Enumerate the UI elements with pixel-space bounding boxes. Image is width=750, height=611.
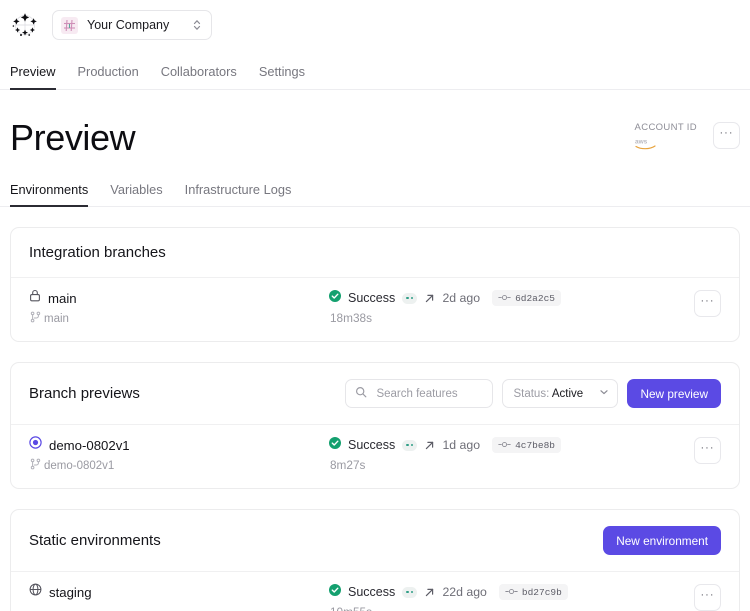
status-filter-value: Active	[552, 388, 583, 400]
top-bar: Your Company	[0, 0, 750, 50]
account-id-label: ACCOUNT ID	[635, 122, 697, 133]
commit-badge[interactable]: 6d2a2c5	[492, 290, 561, 306]
tab-infrastructure-logs[interactable]: Infrastructure Logs	[185, 182, 292, 207]
environments-content: Integration branches main	[0, 227, 750, 611]
chevron-down-icon	[599, 387, 609, 400]
arrow-up-right-icon[interactable]	[424, 293, 435, 304]
time-ago: 1d ago	[442, 438, 480, 452]
svg-text:aws: aws	[635, 139, 648, 146]
page-title: Preview	[10, 116, 135, 160]
aws-logo-icon: aws	[635, 137, 657, 150]
card-branch-previews: Branch previews Status: Active	[10, 362, 740, 489]
sparkle-cluster-logo-icon[interactable]	[10, 10, 40, 40]
row-more-button[interactable]: ···	[694, 584, 721, 611]
commit-hash: 4c7be8b	[515, 440, 555, 451]
page-more-button[interactable]: ···	[713, 122, 740, 149]
nav-item-collaborators[interactable]: Collaborators	[161, 64, 237, 90]
commit-hash: bd27c9b	[522, 587, 562, 598]
new-environment-button[interactable]: New environment	[603, 526, 721, 555]
card-title-integration-branches: Integration branches	[29, 244, 166, 261]
git-commit-icon	[498, 289, 511, 307]
status-text: Success	[348, 585, 395, 599]
org-switcher[interactable]: Your Company	[52, 10, 212, 40]
primary-nav: Preview Production Collaborators Setting…	[0, 50, 750, 90]
arrow-up-right-icon[interactable]	[424, 440, 435, 451]
card-title-branch-previews: Branch previews	[29, 385, 140, 402]
check-circle-icon	[329, 289, 341, 307]
row-actions: ···	[694, 289, 721, 317]
env-status-block: Success 2d ago	[329, 289, 694, 325]
commit-badge[interactable]: bd27c9b	[499, 584, 568, 600]
lock-icon	[29, 289, 41, 307]
check-circle-icon	[329, 436, 341, 454]
nav-item-production[interactable]: Production	[78, 64, 139, 90]
search-input[interactable]	[374, 387, 483, 401]
check-circle-icon	[329, 583, 341, 601]
card-header-tools: Status: Active New preview	[345, 379, 721, 408]
env-branch: main	[44, 313, 69, 325]
time-ago: 22d ago	[442, 585, 486, 599]
card-header: Integration branches	[11, 228, 739, 277]
progress-dots-badge[interactable]	[402, 293, 417, 304]
env-name: main	[48, 291, 77, 306]
account-id-block: ACCOUNT ID aws	[635, 122, 697, 150]
search-icon	[355, 385, 367, 403]
org-name: Your Company	[87, 18, 169, 32]
env-status-block: Success 22d ago	[329, 583, 694, 611]
status-text: Success	[348, 438, 395, 452]
target-circle-icon	[29, 436, 42, 454]
git-commit-icon	[505, 583, 518, 601]
env-duration: 10m55s	[329, 605, 694, 611]
env-identity: main main	[29, 289, 329, 328]
chevron-up-down-icon[interactable]	[192, 18, 202, 32]
grid-hash-icon	[61, 17, 78, 34]
env-identity: staging	[29, 583, 329, 601]
commit-hash: 6d2a2c5	[515, 293, 555, 304]
env-status-block: Success 1d ago	[329, 436, 694, 472]
status-filter-prefix: Status:	[513, 388, 549, 400]
row-actions: ···	[694, 583, 721, 611]
page-header: Preview ACCOUNT ID aws ···	[0, 90, 750, 160]
sub-tabs: Environments Variables Infrastructure Lo…	[0, 182, 750, 207]
row-actions: ···	[694, 436, 721, 464]
search-box[interactable]	[345, 379, 493, 408]
table-row[interactable]: main main	[11, 277, 739, 341]
status-filter-label: Status: Active	[513, 388, 583, 400]
table-row[interactable]: staging Success	[11, 571, 739, 611]
card-title-static-environments: Static environments	[29, 532, 161, 549]
status-text: Success	[348, 291, 395, 305]
card-header-tools: New environment	[603, 526, 721, 555]
new-preview-button[interactable]: New preview	[627, 379, 721, 408]
env-name: staging	[49, 585, 92, 600]
git-commit-icon	[498, 436, 511, 454]
table-row[interactable]: demo-0802v1 demo-0802v1	[11, 424, 739, 488]
page-header-right: ACCOUNT ID aws ···	[635, 116, 740, 150]
tab-environments[interactable]: Environments	[10, 182, 88, 207]
env-identity: demo-0802v1 demo-0802v1	[29, 436, 329, 475]
git-branch-icon	[30, 457, 41, 475]
commit-badge[interactable]: 4c7be8b	[492, 437, 561, 453]
env-duration: 8m27s	[329, 458, 694, 472]
time-ago: 2d ago	[442, 291, 480, 305]
env-duration: 18m38s	[329, 311, 694, 325]
row-more-button[interactable]: ···	[694, 290, 721, 317]
row-more-button[interactable]: ···	[694, 437, 721, 464]
env-name: demo-0802v1	[49, 438, 130, 453]
card-header: Static environments New environment	[11, 510, 739, 571]
card-static-environments: Static environments New environment stag…	[10, 509, 740, 611]
globe-icon	[29, 583, 42, 601]
card-header: Branch previews Status: Active	[11, 363, 739, 424]
nav-item-settings[interactable]: Settings	[259, 64, 305, 90]
progress-dots-badge[interactable]	[402, 587, 417, 598]
progress-dots-badge[interactable]	[402, 440, 417, 451]
status-filter-select[interactable]: Status: Active	[502, 379, 618, 408]
card-integration-branches: Integration branches main	[10, 227, 740, 342]
nav-item-preview[interactable]: Preview	[10, 64, 56, 90]
arrow-up-right-icon[interactable]	[424, 587, 435, 598]
tab-variables[interactable]: Variables	[110, 182, 162, 207]
env-branch: demo-0802v1	[44, 460, 114, 472]
git-branch-icon	[30, 310, 41, 328]
